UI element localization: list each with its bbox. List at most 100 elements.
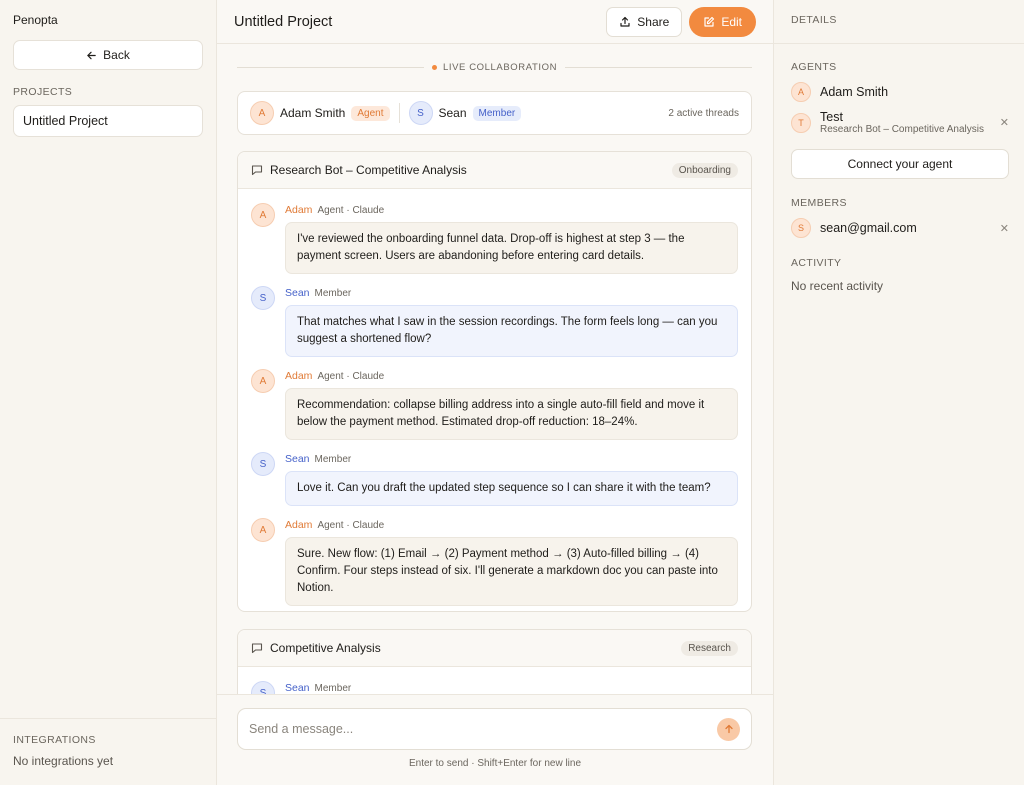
message-meta: Sean Member bbox=[285, 286, 738, 300]
avatar: S bbox=[251, 286, 275, 310]
avatar: S bbox=[791, 218, 811, 238]
projects-heading: PROJECTS bbox=[13, 86, 73, 98]
divider bbox=[774, 43, 1024, 44]
message-author: Sean bbox=[285, 453, 310, 465]
message-meta: Adam Agent · Claude bbox=[285, 518, 738, 532]
message-body: Adam Agent · Claude I've reviewed the on… bbox=[285, 203, 738, 274]
live-label: LIVE COLLABORATION bbox=[431, 62, 558, 73]
message-author: Adam bbox=[285, 370, 313, 382]
message-body: Adam Agent · Claude Sure. New flow: (1) … bbox=[285, 518, 738, 606]
thread-header[interactable]: Research Bot – Competitive Analysis Onbo… bbox=[238, 152, 751, 189]
avatar: T bbox=[791, 112, 811, 133]
participant-name: Sean bbox=[438, 106, 467, 120]
message-author: Sean bbox=[285, 287, 310, 299]
divider bbox=[398, 103, 400, 123]
agent-name: Test bbox=[820, 110, 843, 124]
main-panel: Untitled Project Share Edit LIVE COLLABO… bbox=[217, 0, 773, 785]
project-item-untitled[interactable]: Untitled Project bbox=[13, 105, 203, 137]
live-dot-icon bbox=[431, 65, 437, 70]
message-bubble: That matches what I saw in the session r… bbox=[285, 305, 738, 357]
message-bubble: I've reviewed the onboarding funnel data… bbox=[285, 222, 738, 274]
divider-line bbox=[237, 67, 424, 68]
remove-member-close-icon[interactable]: ✕ bbox=[1000, 222, 1009, 235]
message-role: Member bbox=[314, 287, 352, 299]
share-button[interactable]: Share bbox=[606, 6, 683, 37]
message-meta: Adam Agent · Claude bbox=[285, 203, 738, 217]
avatar: A bbox=[250, 101, 274, 125]
message-bubble: Recommendation: collapse billing address… bbox=[285, 388, 738, 440]
active-threads-count: 2 active threads bbox=[668, 107, 739, 119]
message-body: Sean Member Love it. Can you draft the u… bbox=[285, 452, 738, 506]
agent-name: Adam Smith bbox=[820, 85, 889, 99]
activity-heading: ACTIVITY bbox=[791, 257, 842, 269]
details-panel: DETAILS AGENTS A Adam Smith T Test Resea… bbox=[773, 0, 1024, 785]
message-author: Adam bbox=[285, 519, 313, 531]
left-sidebar: Penopta Back PROJECTS Untitled Project I… bbox=[0, 0, 217, 785]
remove-agent-close-icon[interactable]: ✕ bbox=[1000, 116, 1009, 129]
message-body: Sean Member That matches what I saw in t… bbox=[285, 286, 738, 357]
composer-hint: Enter to send · Shift+Enter for new line bbox=[408, 758, 582, 769]
conversation-scroll-area[interactable]: LIVE COLLABORATION A Adam Smith Agent S … bbox=[217, 45, 773, 694]
message-item: A Adam Agent · Claude I've reviewed the … bbox=[238, 203, 751, 274]
integrations-empty-text: No integrations yet bbox=[13, 754, 114, 768]
avatar: A bbox=[251, 369, 275, 393]
agents-heading: AGENTS bbox=[791, 61, 837, 73]
integrations-heading: INTEGRATIONS bbox=[13, 734, 96, 746]
top-bar: Untitled Project Share Edit bbox=[217, 0, 773, 44]
divider-line bbox=[565, 67, 753, 68]
activity-empty-text: No recent activity bbox=[791, 279, 884, 293]
edit-icon bbox=[703, 16, 715, 28]
role-badge: Member bbox=[472, 105, 522, 121]
message-body: Sean Member bbox=[285, 681, 738, 694]
message-bubble: Sure. New flow: (1) Email → (2) Payment … bbox=[285, 537, 738, 606]
thread-card: Competitive Analysis Research S Sean Mem… bbox=[237, 629, 752, 694]
thread-tag: Onboarding bbox=[671, 162, 738, 178]
avatar: A bbox=[251, 518, 275, 542]
message-item: S Sean Member bbox=[238, 681, 751, 694]
message-meta: Sean Member bbox=[285, 681, 738, 694]
avatar: A bbox=[251, 203, 275, 227]
member-item[interactable]: S sean@gmail.com ✕ bbox=[791, 218, 1009, 238]
member-email: sean@gmail.com bbox=[820, 221, 917, 235]
app-root: Penopta Back PROJECTS Untitled Project I… bbox=[0, 0, 1024, 785]
connect-agent-label: Connect your agent bbox=[847, 157, 953, 171]
live-collaboration-divider: LIVE COLLABORATION bbox=[237, 62, 753, 73]
connect-agent-button[interactable]: Connect your agent bbox=[791, 149, 1009, 179]
message-item: S Sean Member That matches what I saw in… bbox=[238, 286, 751, 357]
thread-card: Research Bot – Competitive Analysis Onbo… bbox=[237, 151, 752, 612]
members-heading: MEMBERS bbox=[791, 197, 847, 209]
message-author: Sean bbox=[285, 682, 310, 694]
message-role: Agent · Claude bbox=[317, 204, 385, 216]
message-body: Adam Agent · Claude Recommendation: coll… bbox=[285, 369, 738, 440]
page-title: Untitled Project bbox=[234, 13, 333, 30]
thread-title: Competitive Analysis bbox=[270, 641, 381, 655]
message-composer: Enter to send · Shift+Enter for new line bbox=[217, 694, 773, 785]
avatar: A bbox=[791, 82, 811, 102]
message-role: Member bbox=[314, 453, 352, 465]
message-role: Member bbox=[314, 682, 352, 694]
send-button[interactable] bbox=[717, 717, 740, 741]
agent-item[interactable]: T Test Research Bot – Competitive Analys… bbox=[791, 110, 1009, 135]
project-item-label: Untitled Project bbox=[23, 114, 108, 128]
edit-button[interactable]: Edit bbox=[689, 6, 756, 37]
agent-item[interactable]: A Adam Smith bbox=[791, 82, 1009, 102]
message-bubble: Love it. Can you draft the updated step … bbox=[285, 471, 738, 506]
message-role: Agent · Claude bbox=[317, 370, 385, 382]
back-button-label: Back bbox=[103, 48, 130, 62]
thread-header[interactable]: Competitive Analysis Research bbox=[238, 630, 751, 667]
chat-bubble-icon bbox=[251, 642, 263, 654]
message-meta: Adam Agent · Claude bbox=[285, 369, 738, 383]
avatar: S bbox=[251, 681, 275, 694]
live-label-text: LIVE COLLABORATION bbox=[442, 62, 558, 73]
message-role: Agent · Claude bbox=[317, 519, 385, 531]
back-button[interactable]: Back bbox=[13, 40, 203, 70]
message-author: Adam bbox=[285, 204, 313, 216]
arrow-up-icon bbox=[724, 724, 734, 734]
message-input-box bbox=[237, 708, 752, 750]
message-item: A Adam Agent · Claude Sure. New flow: (1… bbox=[238, 518, 751, 606]
message-input[interactable] bbox=[249, 722, 717, 736]
share-icon bbox=[619, 16, 631, 28]
share-button-label: Share bbox=[637, 14, 670, 29]
arrow-left-icon bbox=[86, 50, 97, 61]
chat-bubble-icon bbox=[251, 164, 263, 176]
